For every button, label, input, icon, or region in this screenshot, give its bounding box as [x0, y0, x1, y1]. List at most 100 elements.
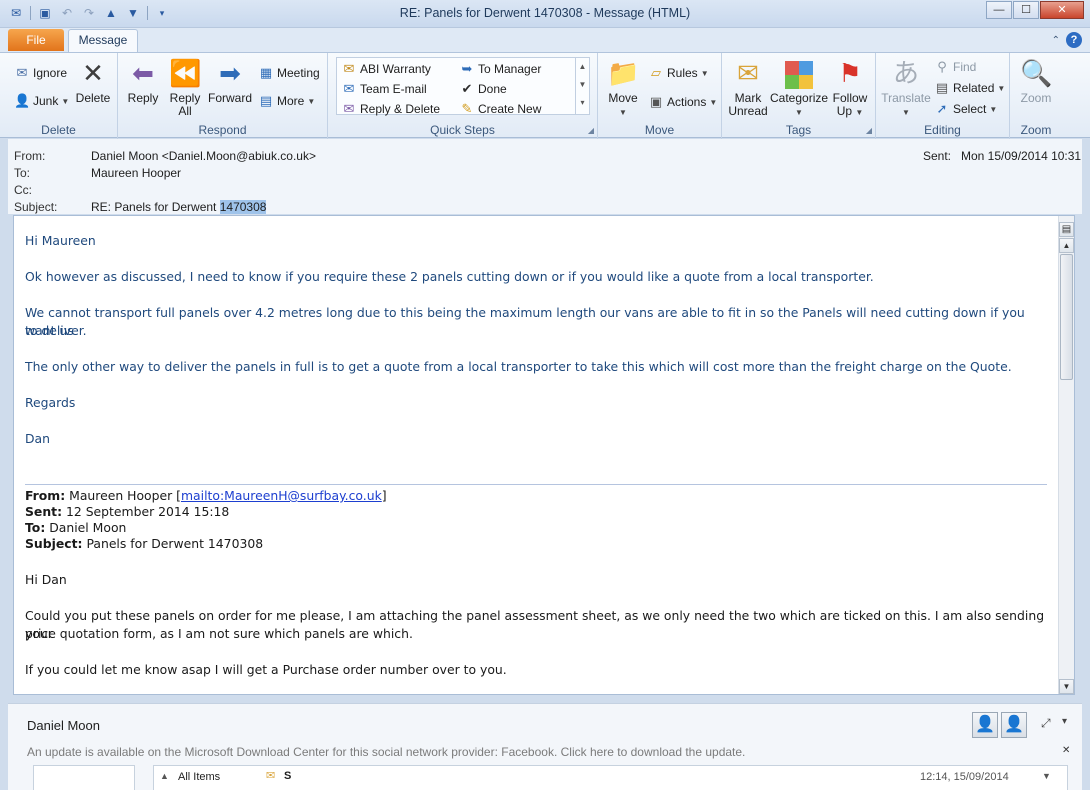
quoted-subject-value: Panels for Derwent 1470308 — [86, 536, 264, 551]
people-pane-thumbnail[interactable] — [33, 765, 135, 790]
quoted-sent-value: 12 September 2014 15:18 — [65, 504, 230, 519]
move-label: Move — [608, 91, 638, 105]
translate-button[interactable]: あ Translate ▼ — [878, 57, 934, 119]
expand-icon[interactable]: ⤢ — [1041, 716, 1051, 731]
sent-label: Sent: — [923, 149, 952, 163]
group-delete: ✉ Ignore 👤 Junk ▼ ✕ Delete Delete — [0, 53, 118, 139]
activity-time: 12:14, 15/09/2014 — [920, 771, 1009, 783]
people-pane-name[interactable]: Daniel Moon — [27, 718, 100, 733]
quickstep-create-new[interactable]: ✎ Create New — [459, 101, 542, 117]
select-button[interactable]: ➚ Select ▼ — [934, 101, 998, 117]
scroll-up-icon[interactable]: ▲ — [1059, 238, 1074, 253]
quickstep-label: To Manager — [478, 62, 542, 76]
select-label: Select — [953, 102, 987, 116]
zoom-button[interactable]: 🔍 Zoom — [1014, 57, 1058, 105]
envelope-icon: ✉ — [266, 770, 276, 782]
quoted-from-link[interactable]: mailto:MaureenH@surfbay.co.uk — [181, 488, 382, 503]
subject-highlight: 1470308 — [219, 200, 267, 214]
actions-button[interactable]: ▣ Actions ▼ — [648, 94, 717, 110]
quoted-sent-line: Sent: 12 September 2014 15:18 — [25, 504, 229, 520]
more-icon: ▤ — [259, 93, 273, 108]
collapse-ribbon-icon[interactable]: ⌃ — [1052, 35, 1060, 46]
activity-feed: ▲ All Items ✉ S 12:14, 15/09/2014 ▼ — [153, 765, 1068, 790]
reply-button[interactable]: ⬅ Reply — [124, 57, 162, 105]
tab-message[interactable]: Message — [68, 29, 138, 53]
reading-pane-options-icon[interactable]: ▤ — [1059, 222, 1074, 237]
scroll-down-icon[interactable]: ▼ — [1059, 679, 1074, 694]
quickstep-team-email[interactable]: ✉ Team E-mail — [341, 81, 427, 97]
title-bar: ✉ ▣ ↶ ↷ ▲ ▼ ▾ RE: Panels for Derwent 147… — [0, 0, 1090, 28]
quick-steps-scrollbar[interactable]: ▲ ▼ ▾ — [575, 58, 589, 114]
chevron-down-icon[interactable]: ▾ — [1062, 716, 1067, 727]
chevron-down-icon: ▼ — [989, 104, 998, 114]
zoom-label: Zoom — [1020, 91, 1052, 105]
vertical-scrollbar[interactable]: ▤ ▲ ▼ — [1058, 216, 1074, 694]
quickstep-reply-delete[interactable]: ✉ Reply & Delete — [341, 101, 441, 117]
group-editing: あ Translate ▼ ⚲ Find ▤ Related ▼ ➚ Selec… — [876, 53, 1010, 139]
follow-up-button[interactable]: ⚑ Follow Up ▼ — [828, 57, 872, 119]
categorize-button[interactable]: Categorize ▼ — [770, 57, 828, 119]
actions-label: Actions — [667, 95, 707, 109]
scroll-thumb[interactable] — [1060, 254, 1073, 380]
actions-icon: ▣ — [649, 94, 663, 109]
junk-button[interactable]: 👤 Junk ▼ — [14, 93, 69, 109]
delete-button[interactable]: ✕ Delete — [72, 57, 114, 105]
maximize-button[interactable]: ☐ — [1013, 1, 1039, 19]
from-label: From: — [14, 149, 46, 163]
forward-button[interactable]: ➡ Forward — [206, 57, 254, 105]
move-button[interactable]: 📁 Move ▼ — [604, 57, 642, 119]
quoted-from-label: From: — [25, 488, 66, 503]
avatar[interactable]: 👤 — [1001, 712, 1027, 738]
quickstep-label: Team E-mail — [360, 82, 427, 96]
message-body[interactable]: Hi Maureen Ok however as discussed, I ne… — [13, 215, 1075, 695]
ignore-button[interactable]: ✉ Ignore — [14, 65, 67, 81]
activity-sender[interactable]: S — [284, 770, 291, 782]
update-notice[interactable]: An update is available on the Microsoft … — [27, 745, 745, 759]
binoculars-icon: ⚲ — [937, 59, 947, 74]
group-move: 📁 Move ▼ ▱ Rules ▼ ▣ Actions ▼ Move — [598, 53, 722, 139]
group-label-respond: Respond — [198, 123, 247, 137]
group-label-move: Move — [644, 123, 675, 137]
close-button[interactable]: ✕ — [1040, 1, 1084, 19]
related-button[interactable]: ▤ Related ▼ — [934, 80, 1005, 96]
reply-all-label-2: All — [178, 104, 192, 118]
scroll-up-icon[interactable]: ▲ — [160, 771, 169, 781]
quickstep-to-manager[interactable]: ➥ To Manager — [459, 61, 542, 77]
quoted-to-line: To: Daniel Moon — [25, 520, 126, 536]
minimize-button[interactable]: — — [986, 1, 1012, 19]
related-label: Related — [953, 81, 995, 95]
find-label: Find — [953, 60, 977, 74]
find-button[interactable]: ⚲ Find — [934, 59, 976, 75]
to-manager-icon: ➥ — [461, 61, 473, 76]
all-items-tab[interactable]: All Items — [178, 771, 220, 783]
help-icon[interactable]: ? — [1066, 32, 1082, 48]
to-value[interactable]: Maureen Hooper — [91, 166, 181, 180]
more-respond-button[interactable]: ▤ More ▼ — [258, 93, 315, 109]
mark-unread-button[interactable]: ✉ Mark Unread — [726, 57, 770, 118]
quickstep-abi-warranty[interactable]: ✉ ABI Warranty — [341, 61, 431, 77]
ignore-label: Ignore — [33, 66, 68, 80]
chevron-down-icon: ▼ — [709, 97, 718, 107]
warranty-envelope-icon: ✉ — [343, 61, 355, 76]
rules-icon: ▱ — [651, 65, 661, 80]
checkmark-icon: ✔ — [461, 81, 473, 96]
scroll-down-icon[interactable]: ▼ — [1042, 771, 1051, 781]
tab-file[interactable]: File — [8, 29, 64, 51]
from-value[interactable]: Daniel Moon <Daniel.Moon@abiuk.co.uk> — [91, 149, 316, 163]
reply-all-button[interactable]: ⏪ Reply All — [166, 57, 204, 118]
delete-label: Delete — [75, 91, 111, 105]
dialog-launcher-icon[interactable]: ◢ — [588, 126, 594, 135]
chevron-down-icon: ▼ — [61, 96, 70, 106]
create-new-icon: ✎ — [461, 101, 473, 116]
rules-button[interactable]: ▱ Rules ▼ — [648, 65, 709, 81]
dialog-launcher-icon[interactable]: ◢ — [866, 126, 872, 135]
group-label-editing: Editing — [924, 123, 961, 137]
dismiss-update-icon[interactable]: ✕ — [1062, 745, 1070, 756]
quickstep-done[interactable]: ✔ Done — [459, 81, 507, 97]
meeting-button[interactable]: ▦ Meeting — [258, 65, 320, 81]
envelope-unread-icon: ✉ — [737, 58, 759, 88]
avatar[interactable]: 👤 — [972, 712, 998, 738]
meeting-label: Meeting — [277, 66, 320, 80]
follow-up-label-1: Follow — [832, 91, 868, 105]
categorize-icon — [783, 57, 815, 90]
